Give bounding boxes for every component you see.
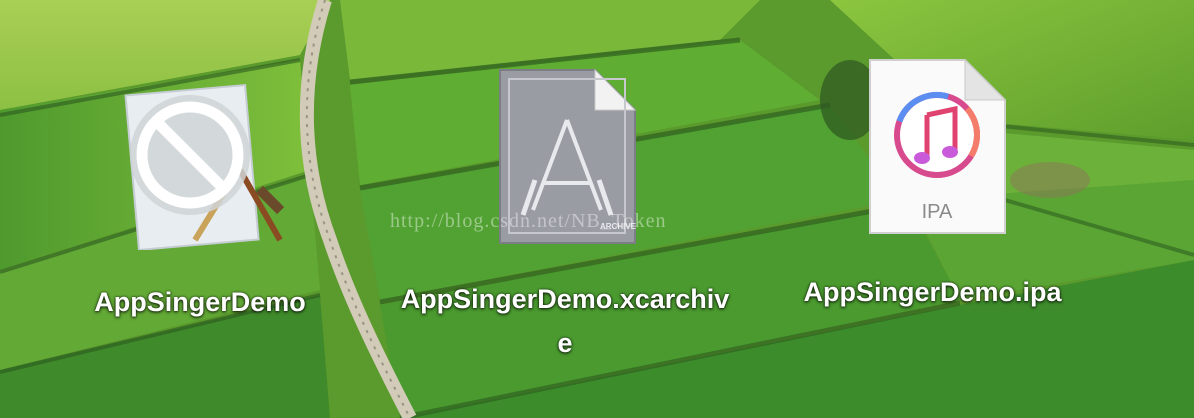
- icon-label: AppSingerDemo.ipa: [803, 277, 1062, 307]
- icon-label: AppSingerDemo.xcarchive: [400, 284, 730, 358]
- app-prohibited-icon: [120, 70, 290, 252]
- desktop-icon-xcarchive[interactable]: ARCHIVE AppSingerDemo.xcarchive: [400, 60, 730, 380]
- desktop-icon-app[interactable]: AppSingerDemo: [40, 60, 360, 330]
- archive-badge: ARCHIVE: [600, 222, 637, 231]
- xcarchive-icon: ARCHIVE: [495, 65, 640, 247]
- desktop-icon-ipa[interactable]: IPA AppSingerDemo.ipa: [760, 50, 1112, 360]
- ipa-badge: IPA: [922, 201, 953, 223]
- desktop: AppSingerDemo ARCHIVE AppSingerDemo.xcar…: [0, 0, 1194, 418]
- icon-label: AppSingerDemo: [94, 287, 306, 317]
- ipa-icon: IPA: [865, 55, 1010, 237]
